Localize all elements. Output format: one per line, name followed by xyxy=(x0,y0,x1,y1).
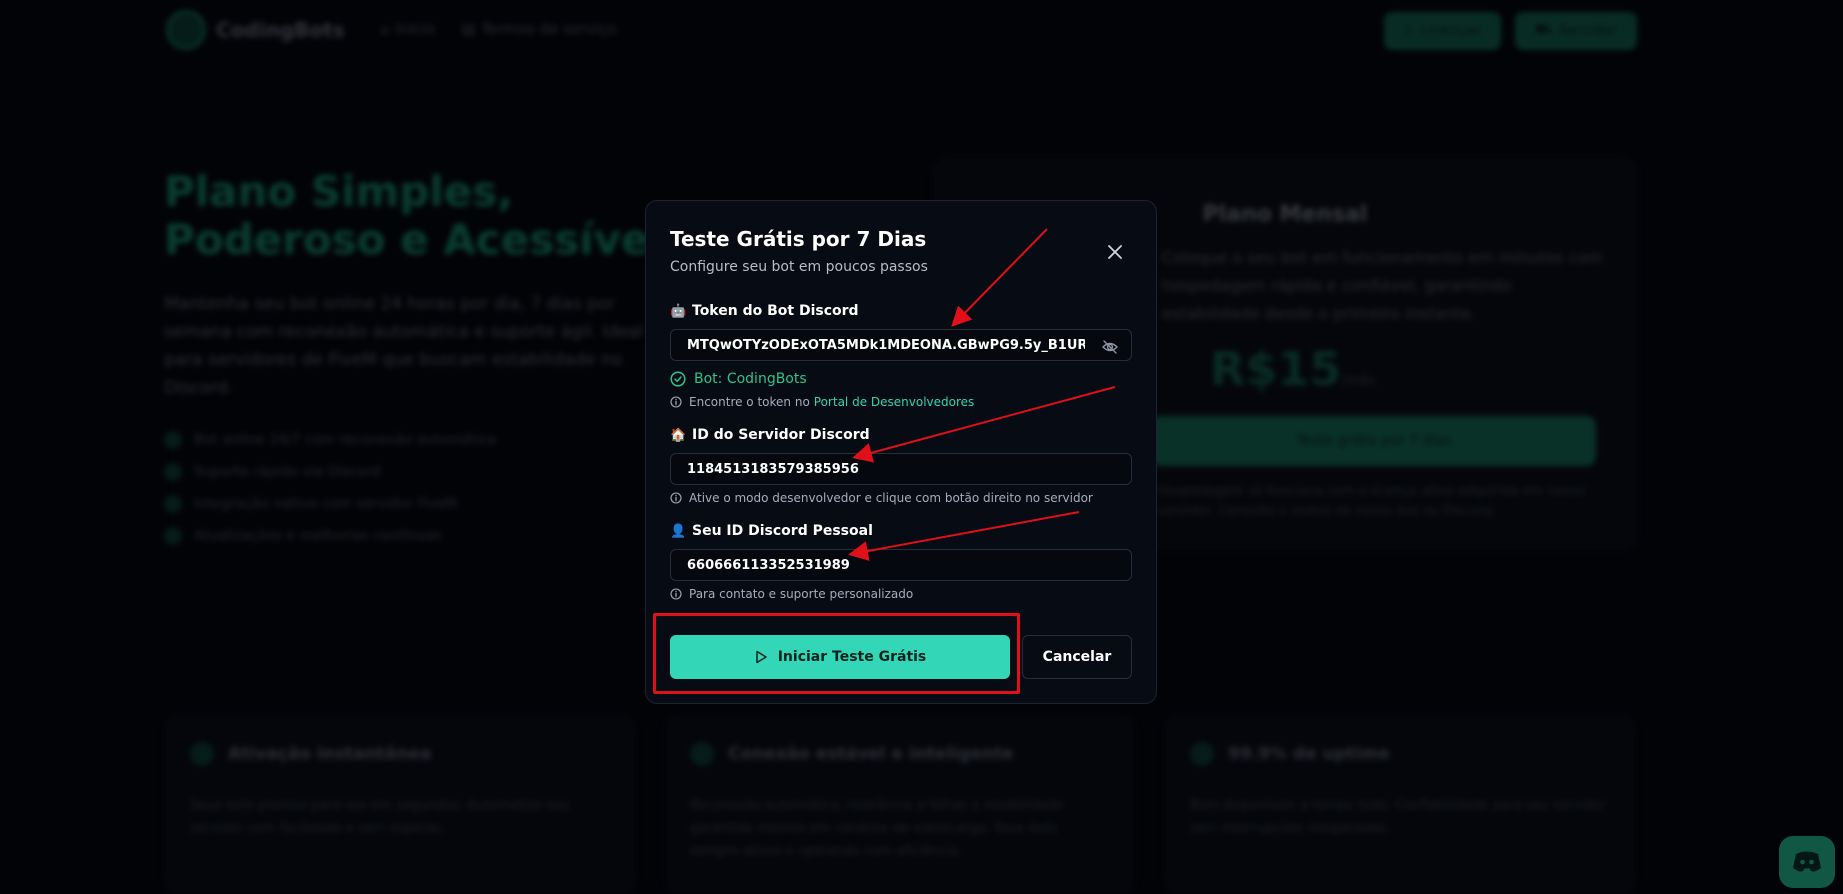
annotation-arrow-token xyxy=(951,228,1048,327)
annotation-arrow-personal xyxy=(848,511,1080,561)
annotation-arrows xyxy=(848,228,1116,561)
annotation-arrow-server xyxy=(852,386,1116,463)
